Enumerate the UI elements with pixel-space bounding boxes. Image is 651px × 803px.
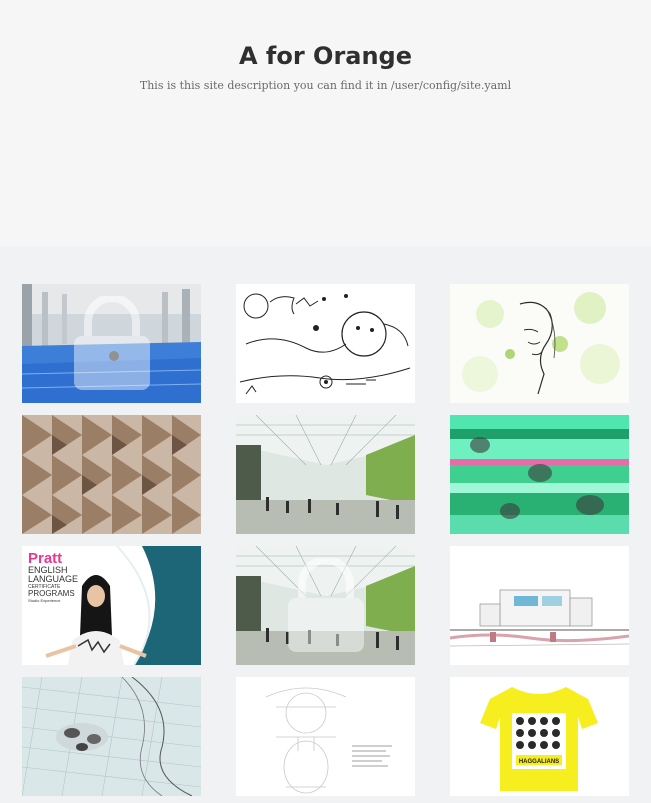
gallery-thumb-folded-panels[interactable] bbox=[22, 415, 201, 534]
gallery-thumb-tshirt[interactable]: HAGGALIANS bbox=[450, 677, 629, 796]
image-gallery: Pratt ENGLISH LANGUAGE CERTIFICATE PROGR… bbox=[0, 246, 651, 803]
gallery-thumb-pratt[interactable]: Pratt ENGLISH LANGUAGE CERTIFICATE PROGR… bbox=[22, 546, 201, 665]
gallery-thumb-pool[interactable] bbox=[22, 284, 201, 403]
gallery-thumb-section-drawing[interactable] bbox=[450, 546, 629, 665]
gallery-thumb-atrium[interactable] bbox=[236, 415, 415, 534]
pratt-line4: PROGRAMS bbox=[28, 589, 75, 598]
site-header: A for Orange This is this site descripti… bbox=[0, 0, 651, 246]
gallery-thumb-lightbulb[interactable] bbox=[236, 677, 415, 796]
lock-icon bbox=[74, 296, 150, 390]
gallery-thumb-atrium-locked[interactable] bbox=[236, 546, 415, 665]
site-description: This is this site description you can fi… bbox=[139, 79, 512, 92]
gallery-thumb-green-portrait[interactable] bbox=[450, 284, 629, 403]
gallery-thumb-aerial-model[interactable] bbox=[22, 677, 201, 796]
pratt-line5: Studio Experience bbox=[28, 598, 61, 603]
lock-icon bbox=[288, 558, 364, 652]
tshirt-label: HAGGALIANS bbox=[519, 759, 559, 765]
pratt-line2: LANGUAGE bbox=[28, 574, 78, 584]
gallery-thumb-glitch[interactable] bbox=[450, 415, 629, 534]
site-title[interactable]: A for Orange bbox=[0, 42, 651, 70]
gallery-thumb-sketch[interactable] bbox=[236, 284, 415, 403]
